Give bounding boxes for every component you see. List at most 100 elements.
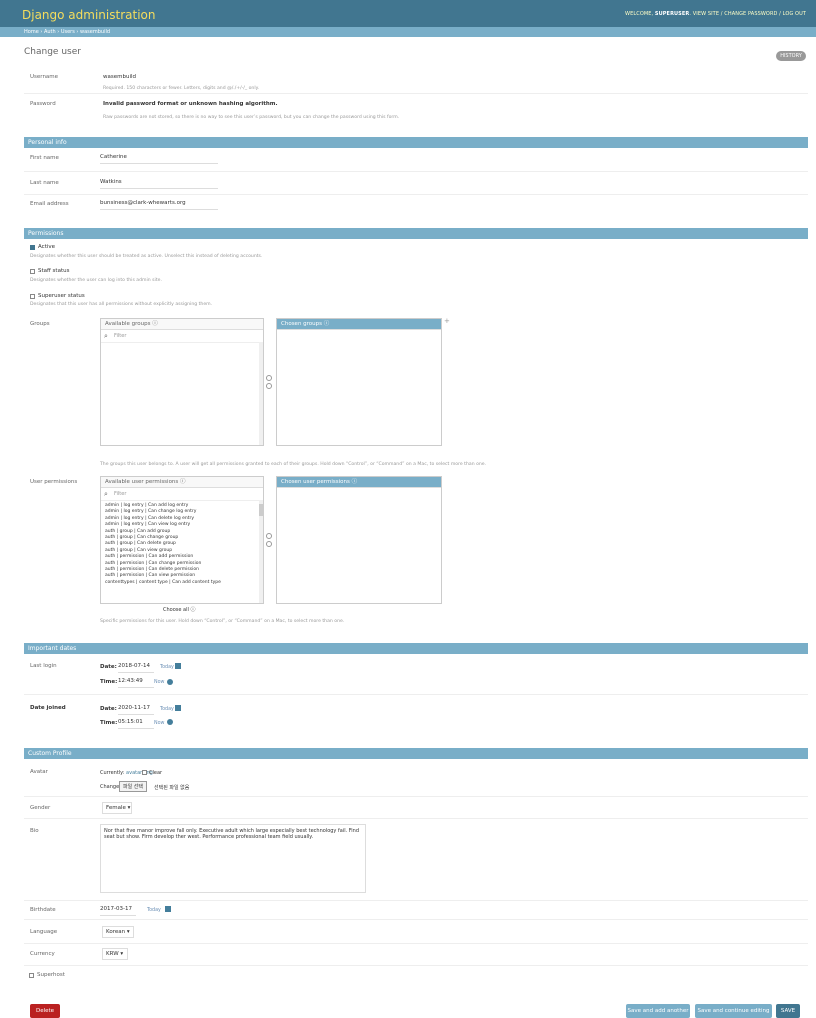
active-label: Active	[38, 244, 56, 250]
superhost-label: Superhost	[37, 972, 65, 978]
date-joined-time-label: Time:	[100, 720, 118, 726]
clock-icon[interactable]	[167, 679, 173, 685]
email-label: Email address	[30, 201, 69, 207]
breadcrumb-text[interactable]: Home › Auth › Users › wasembuild	[24, 29, 110, 35]
permission-option[interactable]: admin | log entry | Can delete log entry	[105, 516, 194, 521]
birthdate-label: Birthdate	[30, 907, 56, 913]
active-checkbox[interactable]	[30, 245, 35, 250]
calendar-icon[interactable]	[175, 705, 181, 711]
bio-textarea[interactable]: Nor that five manor improve fall only. E…	[100, 824, 366, 893]
permission-option[interactable]: auth | permission | Can view permission	[105, 573, 195, 578]
username-field[interactable]: wasembuild	[103, 74, 136, 80]
permissions-help: Specific permissions for this user. Hold…	[100, 619, 345, 624]
groups-scrollbar[interactable]	[259, 342, 263, 445]
staff-checkbox[interactable]	[30, 269, 35, 274]
password-value: Invalid password format or unknown hashi…	[103, 101, 278, 107]
staff-help: Designates whether the user can log into…	[30, 278, 162, 283]
superuser-label: Superuser status	[38, 293, 85, 299]
date-joined-date-value: 2020-11-17	[118, 705, 150, 711]
today-link[interactable]: Today	[160, 707, 174, 712]
permission-option[interactable]: auth | group | Can view group	[105, 548, 172, 553]
permission-option[interactable]: admin | log entry | Can view log entry	[105, 522, 190, 527]
choose-all-link[interactable]: Choose all ⓘ	[163, 606, 196, 613]
change-password-link[interactable]: CHANGE PASSWORD	[724, 11, 777, 17]
calendar-icon[interactable]	[175, 663, 181, 669]
language-label: Language	[30, 929, 58, 935]
save-add-another-button[interactable]: Save and add another	[626, 1004, 690, 1018]
permission-option[interactable]: auth | group | Can change group	[105, 535, 178, 540]
custom-profile-section: Custom Profile	[24, 748, 808, 759]
first-name-field[interactable]: Catherine	[100, 151, 218, 164]
last-login-date-input[interactable]: 2018-07-14	[118, 660, 154, 673]
language-value: Korean	[106, 929, 126, 935]
permission-option[interactable]: auth | permission | Can change permissio…	[105, 561, 201, 566]
permission-option[interactable]: auth | permission | Can delete permissio…	[105, 567, 199, 572]
site-brand[interactable]: Django administration	[22, 8, 155, 22]
avatar-label: Avatar	[30, 769, 48, 775]
email-field[interactable]: bunsiness@clark-whewarts.org	[100, 197, 218, 210]
permissions-scrollbar[interactable]	[259, 500, 263, 603]
save-continue-button[interactable]: Save and continue editing	[695, 1004, 772, 1018]
groups-filter-placeholder: Filter	[114, 333, 127, 339]
add-permission-arrow-icon[interactable]	[266, 533, 272, 539]
divider	[24, 919, 808, 920]
last-name-field[interactable]: Watkins	[100, 176, 218, 189]
date-joined-time-input[interactable]: 05:15:01	[118, 716, 154, 729]
groups-filter-input[interactable]: ⌕ Filter	[101, 331, 263, 343]
divider	[24, 818, 808, 819]
last-login-date-label: Date:	[100, 664, 117, 670]
logout-link[interactable]: LOG OUT	[783, 11, 806, 17]
permission-option[interactable]: auth | group | Can delete group	[105, 541, 176, 546]
last-login-time-label: Time:	[100, 679, 118, 685]
save-button[interactable]: SAVE	[776, 1004, 800, 1018]
remove-group-arrow-icon[interactable]	[266, 383, 272, 389]
birthdate-input[interactable]: 2017-03-17	[100, 903, 136, 916]
scroll-thumb[interactable]	[259, 504, 263, 516]
date-joined-date-input[interactable]: 2020-11-17	[118, 702, 154, 715]
permissions-filter-input[interactable]: ⌕ Filter	[101, 489, 263, 501]
last-login-time-value: 12:43:49	[118, 678, 143, 684]
history-button[interactable]: HISTORY	[776, 51, 806, 61]
currently-text: Currently:	[100, 770, 127, 776]
superuser-checkbox[interactable]	[30, 294, 35, 299]
permission-option[interactable]: contenttypes | content type | Can add co…	[105, 580, 221, 585]
date-joined-label: Date joined	[30, 705, 66, 711]
now-link[interactable]: Now	[154, 680, 164, 685]
divider	[24, 965, 808, 966]
view-site-link[interactable]: VIEW SITE	[693, 11, 719, 17]
welcome-text: WELCOME,	[625, 11, 655, 17]
available-groups-text: Available groups	[105, 321, 151, 327]
today-link[interactable]: Today	[160, 665, 174, 670]
today-link[interactable]: Today	[147, 908, 161, 913]
active-help: Designates whether this user should be t…	[30, 254, 263, 259]
currency-select[interactable]: KRW ▾	[102, 948, 128, 960]
calendar-icon[interactable]	[165, 906, 171, 912]
choose-file-button[interactable]: 파일 선택	[119, 781, 147, 792]
add-group-arrow-icon[interactable]	[266, 375, 272, 381]
available-permissions-title: Available user permissions ⓘ	[101, 477, 263, 488]
language-select[interactable]: Korean ▾	[102, 926, 134, 938]
add-group-icon[interactable]: +	[444, 317, 450, 325]
clock-icon[interactable]	[167, 719, 173, 725]
last-login-label: Last login	[30, 663, 57, 669]
permission-option[interactable]: auth | group | Can add group	[105, 529, 170, 534]
permission-option[interactable]: auth | permission | Can add permission	[105, 554, 193, 559]
superhost-checkbox[interactable]	[29, 973, 34, 978]
permission-option[interactable]: admin | log entry | Can change log entry	[105, 509, 196, 514]
gender-select[interactable]: Female ▾	[102, 802, 132, 814]
groups-help: The groups this user belongs to. A user …	[100, 462, 487, 467]
clear-label: Clear	[149, 770, 163, 776]
now-link[interactable]: Now	[154, 721, 164, 726]
last-login-time-input[interactable]: 12:43:49	[118, 675, 154, 688]
delete-button[interactable]: Delete	[30, 1004, 60, 1018]
permission-option[interactable]: admin | log entry | Can add log entry	[105, 503, 188, 508]
groups-label: Groups	[30, 321, 50, 327]
page-title: Change user	[24, 47, 81, 57]
available-permissions-box: Available user permissions ⓘ ⌕ Filter adm…	[100, 476, 264, 604]
clear-avatar-checkbox[interactable]	[142, 770, 147, 775]
remove-permission-arrow-icon[interactable]	[266, 541, 272, 547]
chosen-permissions-title: Chosen user permissions ⓘ	[277, 477, 441, 488]
chevron-down-icon: ▾	[126, 929, 130, 935]
site-header: Django administration WELCOME, SUPERUSER…	[0, 0, 816, 27]
password-label: Password	[30, 101, 56, 107]
